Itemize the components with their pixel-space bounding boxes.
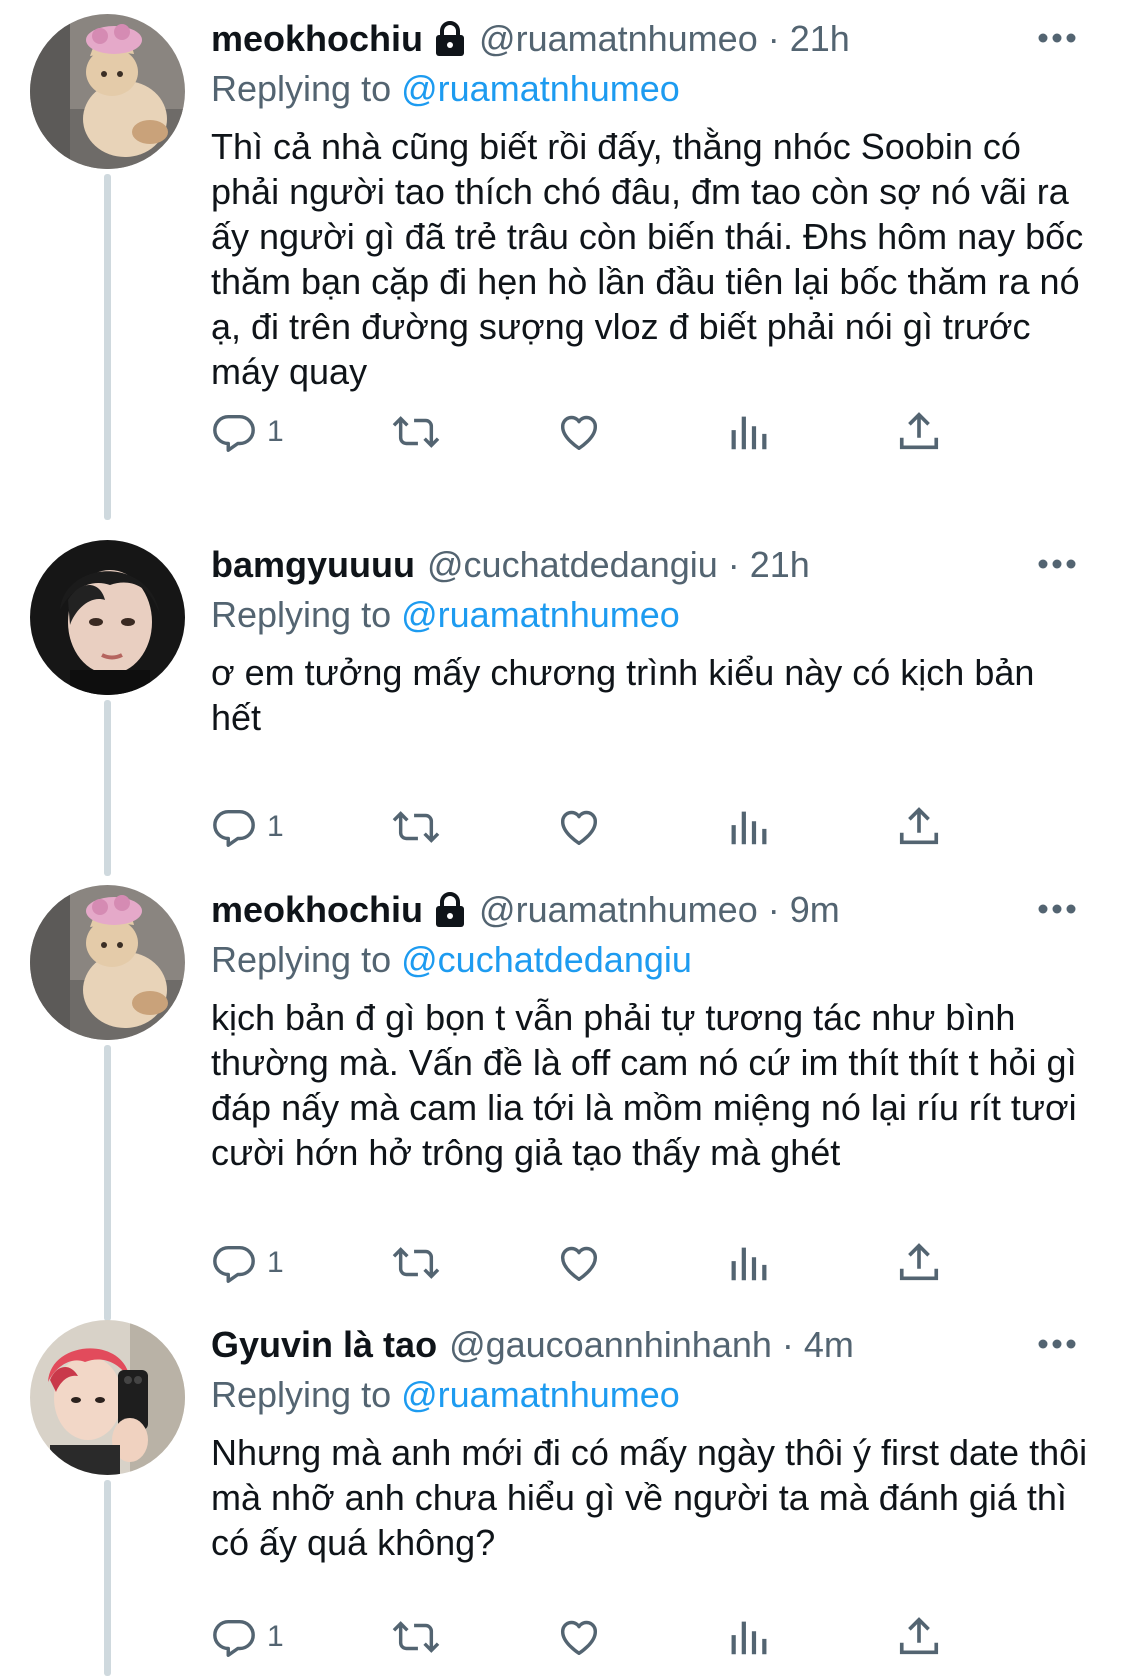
display-name[interactable]: meokhochiu xyxy=(211,889,423,931)
analytics-icon xyxy=(731,416,767,450)
avatar[interactable] xyxy=(30,885,185,1040)
more-icon[interactable] xyxy=(1035,552,1079,576)
tweet[interactable]: meokhochiu @ruamatnhumeo · 9m Replying t… xyxy=(0,885,1125,1321)
tweet[interactable]: Gyuvin là tao @gaucoannhinhanh · 4m Repl… xyxy=(0,1320,1125,1676)
replying-to-handle[interactable]: @ruamatnhumeo xyxy=(401,594,680,635)
share-button[interactable] xyxy=(896,1238,942,1288)
thread-line xyxy=(104,1045,111,1321)
analytics-icon xyxy=(731,1247,767,1281)
handle[interactable]: @cuchatdedangiu xyxy=(427,544,718,586)
like-icon xyxy=(560,810,598,846)
replying-to-handle[interactable]: @ruamatnhumeo xyxy=(401,68,680,109)
share-icon xyxy=(899,412,939,450)
reply-thread: meokhochiu @ruamatnhumeo · 21h Replying … xyxy=(0,0,1125,1676)
reply-icon xyxy=(213,1245,255,1283)
reply-button[interactable]: 1 xyxy=(211,1612,284,1662)
replying-to-line: Replying to @ruamatnhumeo xyxy=(211,590,1091,640)
display-name[interactable]: meokhochiu xyxy=(211,18,423,60)
tweet-text: ơ em tưởng mấy chương trình kiểu này có … xyxy=(211,652,1045,738)
reply-count: 1 xyxy=(267,810,284,843)
replying-to-line: Replying to @ruamatnhumeo xyxy=(211,1370,1091,1420)
analytics-icon xyxy=(731,811,767,845)
replying-to-line: Replying to @ruamatnhumeo xyxy=(211,64,1091,114)
replying-label: Replying to xyxy=(211,68,392,109)
reply-button[interactable]: 1 xyxy=(211,802,284,852)
share-icon xyxy=(899,1617,939,1655)
handle[interactable]: @ruamatnhumeo xyxy=(479,889,758,931)
retweet-icon xyxy=(392,416,440,448)
replying-label: Replying to xyxy=(211,1374,392,1415)
tweet-text: Nhưng mà anh mới đi có mấy ngày thôi ý f… xyxy=(211,1432,1098,1563)
retweet-button[interactable] xyxy=(391,802,441,852)
share-button[interactable] xyxy=(896,1612,942,1662)
more-icon[interactable] xyxy=(1035,26,1079,50)
thread-line xyxy=(104,1480,111,1676)
analytics-button[interactable] xyxy=(726,802,772,852)
retweet-button[interactable] xyxy=(391,1612,441,1662)
retweet-button[interactable] xyxy=(391,1238,441,1288)
share-button[interactable] xyxy=(896,802,942,852)
separator: · xyxy=(781,1324,794,1365)
more-icon[interactable] xyxy=(1035,897,1079,921)
retweet-icon xyxy=(392,1247,440,1279)
share-icon xyxy=(899,807,939,845)
thread-line xyxy=(104,700,111,876)
retweet-icon xyxy=(392,811,440,843)
replying-to-handle[interactable]: @ruamatnhumeo xyxy=(401,1374,680,1415)
reply-icon xyxy=(213,414,255,452)
lock-icon xyxy=(433,20,467,58)
reply-button[interactable]: 1 xyxy=(211,407,284,457)
replying-label: Replying to xyxy=(211,594,392,635)
handle[interactable]: @ruamatnhumeo xyxy=(479,18,758,60)
like-icon xyxy=(560,415,598,451)
display-name[interactable]: bamgyuuuu xyxy=(211,544,415,586)
like-button[interactable] xyxy=(556,1238,602,1288)
avatar[interactable] xyxy=(30,1320,185,1475)
more-icon[interactable] xyxy=(1035,1332,1079,1356)
avatar[interactable] xyxy=(30,14,185,169)
reply-icon xyxy=(213,1619,255,1657)
reply-button[interactable]: 1 xyxy=(211,1238,284,1288)
separator: · xyxy=(767,889,780,930)
reply-count: 1 xyxy=(267,1246,284,1279)
share-icon xyxy=(899,1243,939,1281)
timestamp[interactable]: 4m xyxy=(804,1324,854,1366)
analytics-icon xyxy=(731,1621,767,1655)
like-icon xyxy=(560,1620,598,1656)
analytics-button[interactable] xyxy=(726,1612,772,1662)
share-button[interactable] xyxy=(896,407,942,457)
display-name[interactable]: Gyuvin là tao xyxy=(211,1324,437,1366)
reply-count: 1 xyxy=(267,415,284,448)
retweet-icon xyxy=(392,1621,440,1653)
like-button[interactable] xyxy=(556,802,602,852)
like-icon xyxy=(560,1246,598,1282)
tweet-text: Thì cả nhà cũng biết rồi đấy, thằng nhóc… xyxy=(211,126,1094,392)
avatar[interactable] xyxy=(30,540,185,695)
timestamp[interactable]: 9m xyxy=(790,889,840,931)
retweet-button[interactable] xyxy=(391,407,441,457)
analytics-button[interactable] xyxy=(726,407,772,457)
replying-to-handle[interactable]: @cuchatdedangiu xyxy=(401,939,692,980)
timestamp[interactable]: 21h xyxy=(790,18,850,60)
analytics-button[interactable] xyxy=(726,1238,772,1288)
handle[interactable]: @gaucoannhinhanh xyxy=(449,1324,772,1366)
like-button[interactable] xyxy=(556,1612,602,1662)
tweet-text: kịch bản đ gì bọn t vẫn phải tự tương tá… xyxy=(211,997,1087,1173)
like-button[interactable] xyxy=(556,407,602,457)
reply-count: 1 xyxy=(267,1620,284,1653)
replying-label: Replying to xyxy=(211,939,392,980)
separator: · xyxy=(727,544,740,585)
reply-icon xyxy=(213,809,255,847)
tweet[interactable]: meokhochiu @ruamatnhumeo · 21h Replying … xyxy=(0,14,1125,520)
separator: · xyxy=(767,18,780,59)
tweet[interactable]: bamgyuuuu @cuchatdedangiu · 21h Replying… xyxy=(0,540,1125,876)
replying-to-line: Replying to @cuchatdedangiu xyxy=(211,935,1091,985)
thread-line xyxy=(104,174,111,520)
timestamp[interactable]: 21h xyxy=(750,544,810,586)
lock-icon xyxy=(433,891,467,929)
